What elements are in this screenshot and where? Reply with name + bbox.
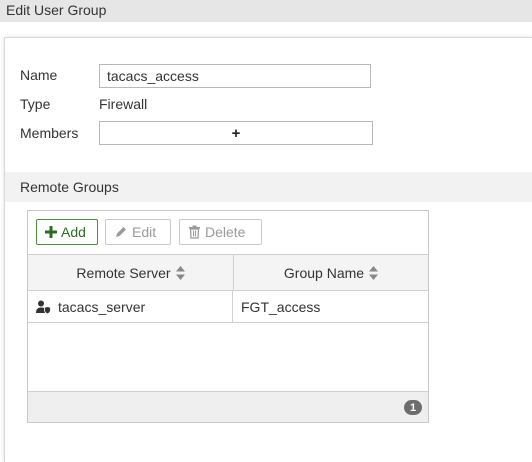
group-name-cell: FGT_access (234, 291, 428, 322)
column-header-group-name[interactable]: Group Name (234, 255, 428, 290)
remote-server-cell: tacacs_server (28, 291, 233, 322)
trash-icon (188, 225, 201, 239)
page-title: Edit User Group (6, 2, 107, 18)
name-input[interactable] (99, 64, 371, 88)
add-member-icon[interactable]: + (232, 126, 241, 141)
column-header-remote-server[interactable]: Remote Server (28, 255, 234, 290)
members-field[interactable]: + (99, 121, 373, 145)
pencil-icon (114, 225, 128, 239)
plus-icon (45, 226, 57, 238)
type-value: Firewall (99, 96, 148, 112)
edit-button[interactable]: Edit (105, 219, 171, 245)
table-footer: 1 (28, 391, 428, 422)
type-label: Type (20, 96, 51, 112)
remote-groups-section-header: Remote Groups (5, 172, 532, 202)
page-header: Edit User Group (0, 0, 532, 22)
sort-icon (175, 265, 185, 280)
add-button[interactable]: Add (36, 219, 98, 245)
add-button-label: Add (61, 224, 86, 240)
remote-server-value: tacacs_server (58, 298, 146, 315)
remote-groups-table: Add Edit Delete Remote Server Group Name (27, 210, 429, 423)
members-label: Members (20, 125, 79, 141)
delete-button-label: Delete (205, 224, 246, 240)
edit-button-label: Edit (132, 224, 157, 240)
table-header: Remote Server Group Name (28, 254, 428, 291)
sort-icon (369, 265, 379, 280)
row-count-badge: 1 (404, 400, 422, 415)
remote-groups-title: Remote Groups (20, 179, 119, 195)
user-shield-icon (36, 300, 51, 314)
name-label: Name (20, 67, 58, 83)
column-header-label: Group Name (283, 264, 365, 281)
table-row[interactable]: tacacs_server FGT_access (28, 291, 428, 323)
column-header-label: Remote Server (76, 264, 171, 281)
group-name-value: FGT_access (241, 298, 321, 315)
delete-button[interactable]: Delete (179, 219, 262, 245)
